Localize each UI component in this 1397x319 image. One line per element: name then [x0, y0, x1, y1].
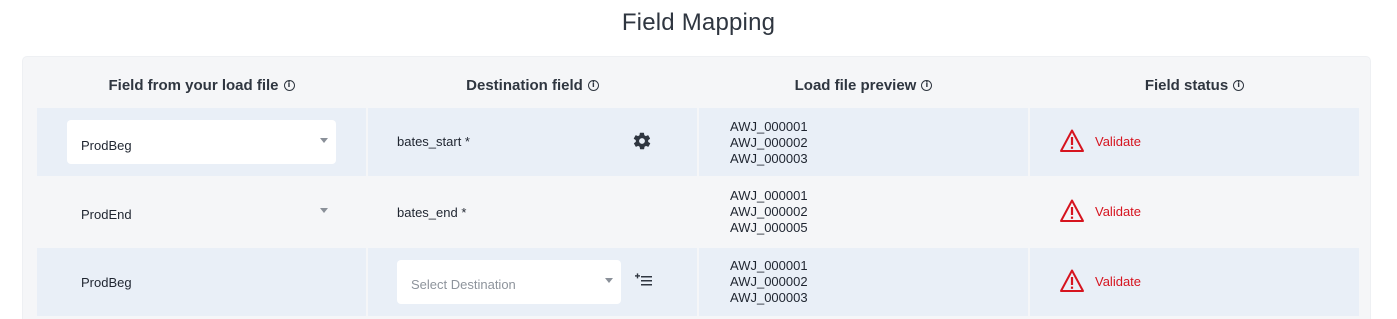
- field-status-cell: Validate: [1030, 178, 1359, 246]
- preview-value: AWJ_000001: [730, 188, 808, 203]
- source-field-value: ProdEnd: [81, 207, 132, 222]
- table-header: Field from your load file i Destination …: [37, 72, 1359, 98]
- preview-value: AWJ_000003: [730, 151, 808, 166]
- source-field-cell: ProdBeg: [37, 108, 366, 176]
- caret-down-icon: [320, 138, 328, 143]
- destination-field-cell: bates_end *: [368, 178, 697, 246]
- table-row: ProdBeg Select Destination AWJ_000001 AW…: [37, 248, 1359, 316]
- source-field-value: ProdBeg: [81, 275, 132, 290]
- info-circle-icon[interactable]: i: [587, 79, 599, 91]
- preview-values: AWJ_000001 AWJ_000002 AWJ_000003: [730, 258, 808, 306]
- preview-value: AWJ_000001: [730, 119, 808, 134]
- status-label: Validate: [1095, 133, 1142, 149]
- preview-value: AWJ_000005: [730, 220, 808, 235]
- destination-field-cell: Select Destination: [368, 248, 697, 316]
- column-header-destination: Destination field i: [368, 72, 697, 98]
- table-row: ProdEnd bates_end * AWJ_000001 AWJ_00000…: [37, 178, 1359, 246]
- status-validate[interactable]: Validate: [1059, 128, 1141, 154]
- warning-triangle-icon: [1060, 199, 1084, 222]
- caret-down-icon: [605, 278, 613, 283]
- column-header-source: Field from your load file i: [37, 72, 366, 98]
- field-status-cell: Validate: [1030, 108, 1359, 176]
- preview-values: AWJ_000001 AWJ_000002 AWJ_000005: [730, 188, 808, 236]
- destination-field-value: bates_start *: [397, 134, 470, 149]
- column-header-status: Field status i: [1030, 72, 1359, 98]
- column-header-label: Field status: [1144, 76, 1229, 94]
- status-validate[interactable]: Validate: [1059, 198, 1141, 224]
- destination-field-value: bates_end *: [397, 205, 467, 220]
- destination-select-placeholder: Select Destination: [411, 277, 516, 292]
- load-file-preview-cell: AWJ_000001 AWJ_000002 AWJ_000003: [699, 108, 1028, 176]
- info-circle-icon[interactable]: i: [1233, 79, 1245, 91]
- destination-field-cell: bates_start *: [368, 108, 697, 176]
- column-header-preview: Load file preview i: [699, 72, 1028, 98]
- column-header-label: Load file preview: [794, 76, 917, 94]
- source-field-cell: ProdBeg: [37, 248, 366, 316]
- source-field-select[interactable]: ProdBeg: [67, 120, 336, 164]
- destination-select[interactable]: Select Destination: [397, 260, 621, 304]
- gear-icon[interactable]: [632, 131, 652, 151]
- page-title: Field Mapping: [621, 9, 776, 36]
- preview-value: AWJ_000002: [730, 274, 808, 289]
- source-field-cell: ProdEnd: [37, 178, 366, 246]
- load-file-preview-cell: AWJ_000001 AWJ_000002 AWJ_000003: [699, 248, 1028, 316]
- preview-value: AWJ_000002: [730, 204, 808, 219]
- preview-values: AWJ_000001 AWJ_000002 AWJ_000003: [730, 119, 808, 167]
- source-field-value: ProdBeg: [81, 137, 132, 153]
- info-circle-icon[interactable]: i: [921, 79, 933, 91]
- column-header-label: Field from your load file: [108, 76, 279, 94]
- caret-down-icon: [320, 208, 328, 213]
- status-validate[interactable]: Validate: [1059, 268, 1141, 294]
- load-file-preview-cell: AWJ_000001 AWJ_000002 AWJ_000005: [699, 178, 1028, 246]
- preview-value: AWJ_000001: [730, 258, 808, 273]
- status-label: Validate: [1095, 273, 1142, 289]
- preview-value: AWJ_000002: [730, 135, 808, 150]
- status-label: Validate: [1095, 203, 1142, 219]
- preview-value: AWJ_000003: [730, 290, 808, 305]
- table-row: ProdBeg bates_start * AWJ_000001 AWJ_000…: [37, 108, 1359, 176]
- warning-triangle-icon: [1060, 269, 1084, 292]
- field-status-cell: Validate: [1030, 248, 1359, 316]
- warning-triangle-icon: [1060, 129, 1084, 152]
- column-header-label: Destination field: [466, 76, 583, 94]
- add-list-icon[interactable]: [634, 271, 654, 289]
- source-field-select[interactable]: ProdEnd: [67, 190, 336, 234]
- info-circle-icon[interactable]: i: [283, 79, 295, 91]
